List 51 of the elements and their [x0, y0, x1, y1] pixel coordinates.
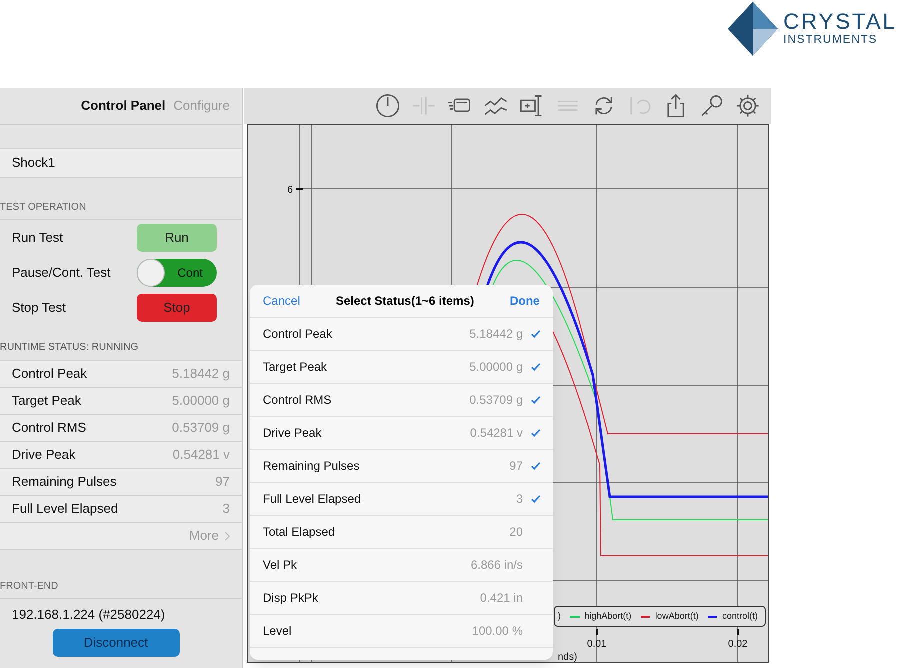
axis-tick-label: 0.01 [587, 639, 607, 650]
status-value: 0.54281 v [172, 446, 230, 464]
done-button[interactable]: Done [510, 292, 540, 310]
status-value: 5.00000 g [172, 392, 230, 410]
status-value: 5.18442 g [172, 365, 230, 384]
status-option[interactable]: Drive Peak 0.54281 v [250, 417, 553, 450]
legend-label: control(t) [722, 610, 758, 623]
legend-label: highAbort(t) [584, 610, 632, 623]
logo-icon [728, 2, 778, 56]
status-value: 97 [216, 473, 230, 492]
status-option[interactable]: Total Elapsed 20 [250, 516, 553, 549]
logo-subtext: INSTRUMENTS [784, 35, 879, 47]
status-label: Remaining Pulses [12, 473, 117, 492]
status-label: Full Level Elapsed [12, 500, 118, 518]
status-label: Control Peak [12, 365, 88, 384]
panel-tab[interactable]: Control Panel [81, 96, 166, 116]
address-text: 192.168.1.224 (#2580224) [11, 606, 166, 624]
crosshair-box-icon[interactable] [519, 93, 545, 119]
toggle-switch[interactable]: Cont [137, 259, 217, 287]
row-label: Stop Test [12, 299, 67, 318]
row-label: Pause/Cont. Test [12, 264, 112, 282]
status-option[interactable]: Level 100.00 % [250, 615, 553, 648]
status-option[interactable]: Disp PkPk 0.421 in [250, 582, 553, 615]
status-option[interactable]: Remaining Pulses 97 [250, 450, 553, 483]
axis-tick-label: 6 [287, 185, 293, 196]
section-header: TEST OPERATION [0, 178, 242, 220]
status-value: 3 [222, 500, 230, 518]
test-name-row[interactable]: Shock1 [0, 148, 242, 178]
status-value: 0.53709 g [172, 419, 230, 438]
section-header: FRONT-END [0, 550, 242, 599]
status-option[interactable]: Vel Pk 6.866 in/s [250, 549, 553, 582]
status-label: Target Peak [12, 392, 82, 410]
status-label: Control RMS [12, 419, 86, 438]
status-option[interactable]: Control RMS 0.53709 g [250, 384, 553, 417]
clock-icon[interactable] [375, 93, 401, 119]
key-icon[interactable] [699, 93, 725, 119]
row-label: Run Test [12, 229, 64, 248]
axis-tick-label: 0.02 [728, 639, 748, 650]
legend-label: lowAbort(t) [655, 610, 699, 623]
status-option[interactable]: Control Peak 5.18442 g [250, 318, 553, 351]
status-label: Drive Peak [12, 446, 76, 464]
axis-label: nds) [558, 652, 578, 662]
settings-icon[interactable] [735, 93, 761, 119]
popup-title: Select Status(1~6 items) [336, 293, 474, 310]
logo-text: CRYSTAL [784, 11, 897, 34]
control-button[interactable]: Run [137, 224, 217, 252]
status-option[interactable]: Full Level Elapsed 3 [250, 483, 553, 516]
chevron-icon [225, 532, 230, 540]
cancel-button[interactable]: Cancel [263, 292, 300, 310]
legend-label: ) [558, 610, 561, 623]
status-option[interactable]: Target Peak 5.00000 g [250, 351, 553, 384]
